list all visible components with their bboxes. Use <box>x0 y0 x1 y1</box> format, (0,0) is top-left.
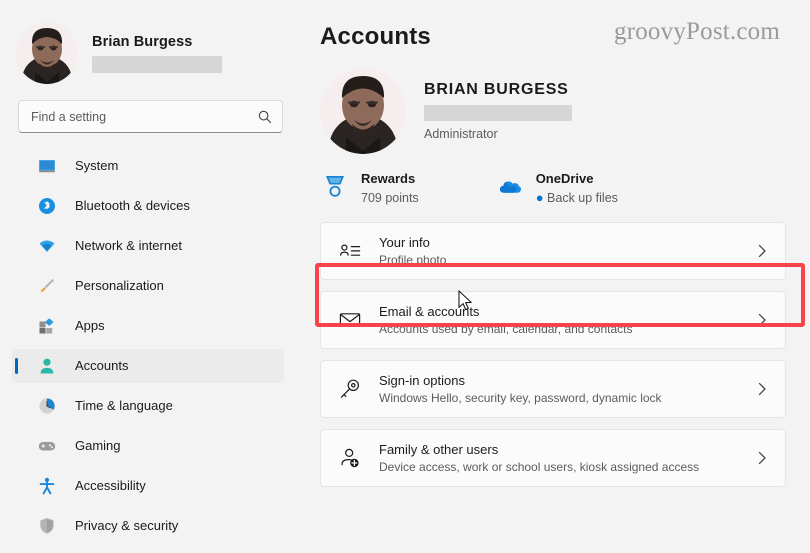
status-bullet-icon: ● <box>535 190 544 205</box>
key-icon <box>340 379 360 398</box>
settings-window: Brian Burgess System <box>0 0 810 553</box>
card-title: Family & other users <box>379 442 499 457</box>
chevron-right-icon[interactable] <box>755 382 769 396</box>
card-sub: Accounts used by email, calendar, and co… <box>379 322 633 336</box>
service-meta: OneDrive ● Back up files <box>536 170 618 206</box>
sidebar-item-gaming[interactable]: Gaming <box>12 429 284 463</box>
card-title: Your info <box>379 235 430 250</box>
selection-indicator <box>15 358 18 374</box>
avatar[interactable] <box>320 68 406 154</box>
search-icon[interactable] <box>257 109 273 125</box>
shield-icon <box>40 518 54 534</box>
account-role: Administrator <box>424 127 498 141</box>
rewards-medal-icon <box>326 176 344 197</box>
sidebar-item-label: Gaming <box>75 438 121 453</box>
sidebar-item-label: Time & language <box>75 398 173 413</box>
search-box[interactable] <box>18 100 283 133</box>
services-row: Rewards 709 points OneDrive ● Back up fi… <box>322 170 786 206</box>
sidebar-item-label: Accessibility <box>75 478 146 493</box>
main-content: groovyPost.com Accounts BRIAN BURGESS Ad… <box>320 0 810 553</box>
card-title: Sign-in options <box>379 373 465 388</box>
sidebar-item-system[interactable]: System <box>12 149 284 183</box>
search-input[interactable] <box>31 109 257 124</box>
service-meta: Rewards 709 points <box>361 170 419 206</box>
sidebar-profile-name: Brian Burgess <box>92 33 193 50</box>
card-sub: Profile photo <box>379 253 447 267</box>
apps-icon <box>39 318 54 334</box>
gamepad-icon <box>38 442 56 451</box>
card-title: Email & accounts <box>379 304 480 319</box>
system-icon <box>39 160 55 173</box>
avatar[interactable] <box>16 21 78 84</box>
sidebar-item-personalization[interactable]: Personalization <box>12 269 284 303</box>
clock-icon <box>39 398 55 414</box>
card-sign-in-options[interactable]: Sign-in options Windows Hello, security … <box>320 360 786 418</box>
sidebar-item-label: Bluetooth & devices <box>75 198 190 213</box>
envelope-icon <box>339 313 361 328</box>
your-info-icon <box>340 244 361 256</box>
accounts-icon <box>40 358 54 374</box>
sidebar-item-network-internet[interactable]: Network & internet <box>12 229 284 263</box>
sidebar-item-label: Accounts <box>75 358 129 373</box>
user-avatar-photo-icon <box>320 68 406 154</box>
sidebar-item-label: Apps <box>75 318 105 333</box>
account-email-redacted <box>424 105 572 121</box>
account-hero-meta: BRIAN BURGESS Administrator <box>424 80 572 142</box>
account-hero: BRIAN BURGESS Administrator <box>320 68 786 154</box>
service-onedrive[interactable]: OneDrive ● Back up files <box>497 170 618 206</box>
paintbrush-icon <box>40 278 55 293</box>
service-sub: ● Back up files <box>536 190 618 206</box>
sidebar-profile-meta: Brian Burgess <box>92 33 222 73</box>
watermark: groovyPost.com <box>614 18 780 45</box>
card-meta: Email & accounts Accounts used by email,… <box>379 303 755 337</box>
sidebar-nav: System Bluetooth & devices Network & int… <box>0 149 320 543</box>
sidebar-profile-email-redacted <box>92 55 222 73</box>
chevron-right-icon[interactable] <box>755 244 769 258</box>
sidebar-item-accounts[interactable]: Accounts <box>12 349 284 383</box>
sidebar-profile[interactable]: Brian Burgess <box>0 0 320 88</box>
chevron-right-icon[interactable] <box>755 313 769 327</box>
service-sub-label: Back up files <box>547 191 618 205</box>
sidebar-item-privacy-security[interactable]: Privacy & security <box>12 509 284 543</box>
accessibility-icon <box>39 477 55 495</box>
card-your-info[interactable]: Your info Profile photo <box>320 222 786 280</box>
card-family-other-users[interactable]: Family & other users Device access, work… <box>320 429 786 487</box>
wifi-icon <box>39 240 55 252</box>
search-container <box>0 88 320 133</box>
service-title: Rewards <box>361 171 416 186</box>
card-meta: Your info Profile photo <box>379 234 755 268</box>
bluetooth-icon <box>39 198 55 214</box>
sidebar-item-accessibility[interactable]: Accessibility <box>12 469 284 503</box>
sidebar-item-label: Personalization <box>75 278 164 293</box>
sidebar-item-bluetooth-devices[interactable]: Bluetooth & devices <box>12 189 284 223</box>
sidebar-item-time-language[interactable]: Time & language <box>12 389 284 423</box>
service-rewards[interactable]: Rewards 709 points <box>322 170 419 206</box>
chevron-right-icon[interactable] <box>755 451 769 465</box>
account-name: BRIAN BURGESS <box>424 81 569 98</box>
card-sub: Windows Hello, security key, password, d… <box>379 391 662 405</box>
settings-card-list: Your info Profile photo Email & accounts… <box>320 222 786 487</box>
user-avatar-photo-icon <box>16 21 78 84</box>
sidebar-item-label: System <box>75 158 119 173</box>
service-title: OneDrive <box>535 171 594 186</box>
service-sub: 709 points <box>361 191 419 205</box>
sidebar-item-apps[interactable]: Apps <box>12 309 284 343</box>
sidebar-item-label: Privacy & security <box>75 518 179 533</box>
add-user-icon <box>341 448 359 468</box>
sidebar-item-label: Network & internet <box>75 238 182 253</box>
onedrive-cloud-icon <box>499 181 521 193</box>
card-sub: Device access, work or school users, kio… <box>379 460 700 474</box>
card-meta: Sign-in options Windows Hello, security … <box>379 372 755 406</box>
card-email-accounts[interactable]: Email & accounts Accounts used by email,… <box>320 291 786 349</box>
sidebar: Brian Burgess System <box>0 0 320 553</box>
card-meta: Family & other users Device access, work… <box>379 441 755 475</box>
